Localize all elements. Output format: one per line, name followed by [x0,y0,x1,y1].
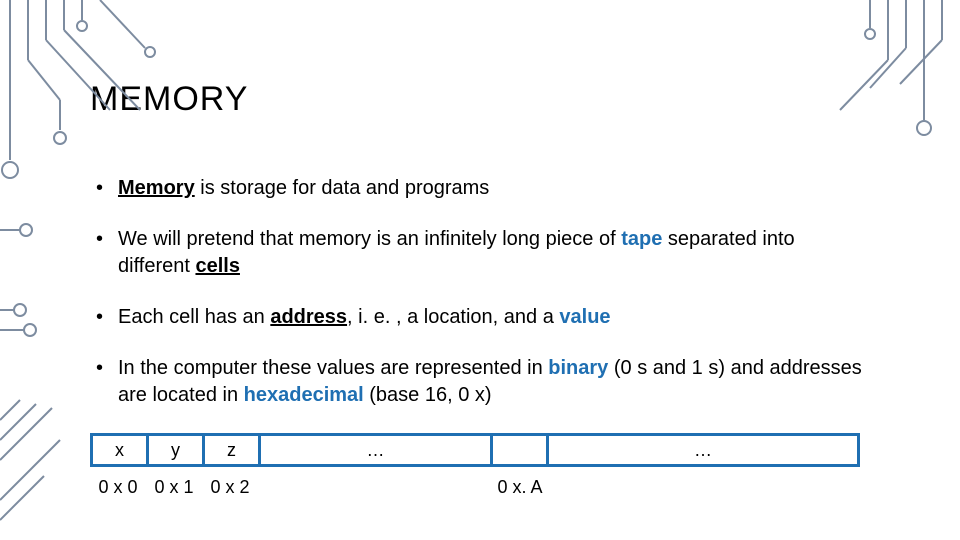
address-label: 0 x 1 [154,477,193,498]
bullet-2: We will pretend that memory is an infini… [90,226,870,280]
text: is storage for data and programs [195,177,490,199]
slide: MEMORY Memory is storage for data and pr… [0,0,960,540]
tape-cell: y [149,436,205,464]
slide-title: MEMORY [90,80,870,119]
text: Each cell has an [118,306,270,328]
address-label: 0 x. A [497,477,542,498]
tape-cell: x [93,436,149,464]
tape-cell: … [549,436,857,464]
tape-diagram: x y z … … 0 x 0 0 x 1 0 x 2 0 x. A [90,433,870,499]
tape-addresses: 0 x 0 0 x 1 0 x 2 0 x. A [90,477,860,499]
kw-memory: Memory [118,177,195,199]
tape-cell [493,436,549,464]
tape-cell: … [261,436,493,464]
tape-cell: z [205,436,261,464]
kw-hexadecimal: hexadecimal [244,384,364,406]
bullet-4: In the computer these values are represe… [90,355,870,409]
text: , i. e. , a location, and a [347,306,559,328]
kw-cells: cells [195,255,239,277]
kw-tape: tape [621,228,662,250]
kw-address: address [270,306,347,328]
bullet-1: Memory is storage for data and programs [90,175,870,202]
text: In the computer these values are represe… [118,357,548,379]
kw-value: value [559,306,610,328]
bullet-list: Memory is storage for data and programs … [90,175,870,409]
tape-row: x y z … … [90,433,860,467]
address-label: 0 x 0 [98,477,137,498]
text: (base 16, 0 x) [364,384,492,406]
address-label: 0 x 2 [210,477,249,498]
kw-binary: binary [548,357,608,379]
bullet-3: Each cell has an address, i. e. , a loca… [90,304,870,331]
text: We will pretend that memory is an infini… [118,228,621,250]
